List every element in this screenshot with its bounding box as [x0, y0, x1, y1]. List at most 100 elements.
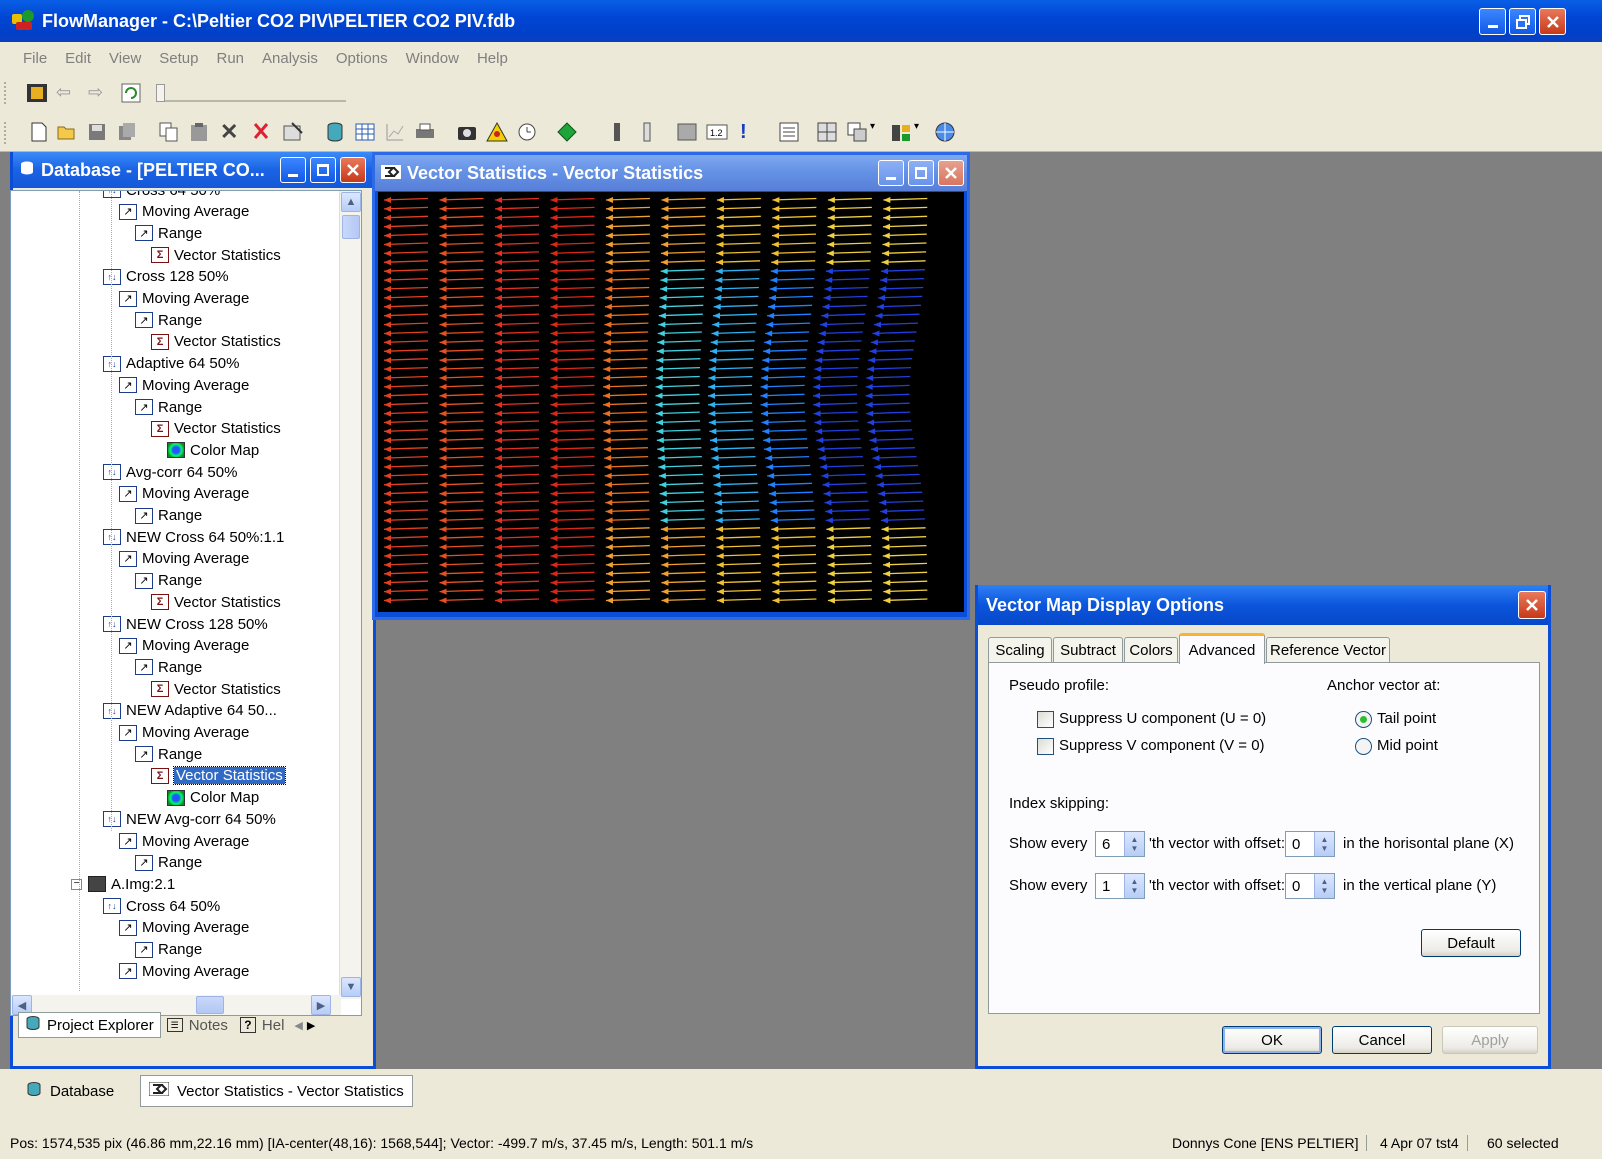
print-icon[interactable] — [414, 121, 436, 143]
menu-help[interactable]: Help — [477, 50, 508, 67]
menu-window[interactable]: Window — [406, 50, 459, 67]
cut-icon[interactable] — [250, 121, 272, 143]
globe-icon[interactable] — [934, 121, 956, 143]
tree-node[interactable]: ↗ Moving Average — [119, 201, 249, 223]
alert-icon[interactable]: ! — [740, 121, 762, 143]
tree-node[interactable]: ↑↓ Cross 128 50% — [103, 266, 229, 288]
apply-button[interactable]: Apply — [1442, 1026, 1538, 1054]
frame-slider[interactable] — [156, 84, 346, 102]
spin-arrows-icon[interactable]: ▲ ▼ — [1314, 874, 1334, 898]
default-button[interactable]: Default — [1421, 929, 1521, 957]
dropdown-arrow-icon[interactable]: ▾ — [870, 121, 882, 143]
image-index-icon[interactable] — [676, 121, 698, 143]
tree-vertical-scrollbar[interactable]: ▲ ▼ — [339, 191, 361, 999]
menu-edit[interactable]: Edit — [65, 50, 91, 67]
tree-node[interactable]: ↑↓ Adaptive 64 50% — [103, 353, 239, 375]
tree-node[interactable]: Color Map — [167, 787, 259, 809]
film-icon[interactable] — [26, 82, 48, 104]
spin-arrows-icon[interactable]: ▲ ▼ — [1124, 832, 1144, 856]
paste-icon[interactable] — [188, 121, 210, 143]
db-close-button[interactable] — [340, 157, 366, 183]
tree-node[interactable]: ↗ Range — [135, 396, 202, 418]
tab-help[interactable]: ? Hel — [234, 1012, 291, 1038]
tree-node[interactable]: ↗ Range — [135, 570, 202, 592]
database-tree[interactable]: ↑↓ Cross 64 50% ↗ Moving Average ↗ Range Σ Vect… — [10, 190, 362, 1016]
tree-node[interactable]: ↗ Range — [135, 743, 202, 765]
horizontal-offset-stepper[interactable]: 0 ▲ ▼ — [1285, 831, 1335, 857]
tree-node[interactable]: ↑↓ NEW Cross 64 50%:1.1 — [103, 526, 284, 548]
tab-scroll-left-icon[interactable]: ◀ — [294, 1019, 302, 1032]
tail-point-radio[interactable] — [1355, 711, 1372, 728]
tab-reference-vector[interactable]: Reference Vector — [1266, 637, 1390, 663]
ok-button[interactable]: OK — [1222, 1026, 1322, 1054]
tree-node[interactable]: ↗ Moving Average — [119, 830, 249, 852]
tree-node[interactable]: ↑↓ NEW Adaptive 64 50... — [103, 700, 277, 722]
tree-node[interactable]: ↑↓ Avg-corr 64 50% — [103, 461, 237, 483]
run-diamond-icon[interactable] — [556, 121, 578, 143]
database-icon[interactable] — [324, 121, 346, 143]
horizontal-every-stepper[interactable]: 6 ▲ ▼ — [1095, 831, 1145, 857]
copy-icon[interactable] — [158, 121, 180, 143]
tree-node[interactable]: ↗ Moving Average — [119, 722, 249, 744]
close-button[interactable] — [1539, 8, 1566, 35]
tab-project-explorer[interactable]: Project Explorer — [18, 1012, 161, 1038]
new-icon[interactable] — [28, 121, 50, 143]
vector-close-button[interactable] — [938, 160, 964, 186]
tree-node[interactable]: Σ Vector Statistics — [151, 765, 286, 787]
suppress-v-checkbox[interactable] — [1037, 738, 1054, 755]
tree-node[interactable]: ↗ Moving Average — [119, 483, 249, 505]
refresh-icon[interactable] — [120, 82, 142, 104]
scroll-thumb[interactable] — [342, 215, 360, 239]
vertical-offset-stepper[interactable]: 0 ▲ ▼ — [1285, 873, 1335, 899]
laser-warning-icon[interactable] — [486, 121, 508, 143]
dropdown-arrow-icon[interactable]: ▾ — [914, 121, 926, 143]
vector-map-canvas[interactable] — [378, 192, 964, 612]
tab-colors[interactable]: Colors — [1124, 637, 1178, 663]
slider-thumb[interactable] — [156, 84, 165, 102]
save-icon[interactable] — [86, 121, 108, 143]
menu-options[interactable]: Options — [336, 50, 388, 67]
vector-minimize-button[interactable] — [878, 160, 904, 186]
horizontal-offset-value[interactable]: 0 — [1286, 836, 1314, 853]
tree-node[interactable]: ↗ Moving Average — [119, 635, 249, 657]
tree-node[interactable]: ↗ Moving Average — [119, 548, 249, 570]
tree-node[interactable]: ↑↓ Cross 64 50% — [103, 895, 220, 917]
menu-setup[interactable]: Setup — [159, 50, 198, 67]
cancel-button[interactable]: Cancel — [1332, 1026, 1432, 1054]
minimize-button[interactable] — [1479, 8, 1506, 35]
db-minimize-button[interactable] — [280, 157, 306, 183]
tree-node[interactable]: ↗ Moving Average — [119, 960, 249, 982]
suppress-u-checkbox[interactable] — [1037, 711, 1054, 728]
tab-scaling[interactable]: Scaling — [988, 637, 1052, 663]
back-arrow-icon[interactable]: ⇦ — [56, 82, 78, 104]
tab-scroll-right-icon[interactable]: ▶ — [307, 1019, 315, 1032]
tree-node[interactable]: Σ Vector Statistics — [151, 418, 281, 440]
layout-icon[interactable] — [890, 121, 912, 143]
tree-node[interactable]: Σ Vector Statistics — [151, 244, 281, 266]
tree-node[interactable]: ↑↓ NEW Cross 128 50% — [103, 613, 268, 635]
tree-node[interactable]: ↗ Moving Average — [119, 288, 249, 310]
tile-window-icon[interactable] — [816, 121, 838, 143]
list-icon[interactable] — [778, 121, 800, 143]
collapse-icon[interactable]: − — [71, 878, 82, 890]
tree-node[interactable]: ↗ Range — [135, 309, 202, 331]
tree-node[interactable]: Color Map — [167, 439, 259, 461]
vertical-offset-value[interactable]: 0 — [1286, 878, 1314, 895]
menu-analysis[interactable]: Analysis — [262, 50, 318, 67]
spin-arrows-icon[interactable]: ▲ ▼ — [1314, 832, 1334, 856]
timer-icon[interactable] — [516, 121, 538, 143]
tab-notes[interactable]: ☰ Notes — [161, 1012, 234, 1038]
tree-node[interactable]: ↗ Range — [135, 656, 202, 678]
copy-database-icon[interactable] — [116, 121, 138, 143]
scroll-up-icon[interactable]: ▲ — [341, 192, 361, 212]
vector-maximize-button[interactable] — [908, 160, 934, 186]
open-folder-icon[interactable] — [56, 121, 78, 143]
properties-icon[interactable] — [282, 121, 304, 143]
tree-node[interactable]: Σ Vector Statistics — [151, 331, 281, 353]
tree-node[interactable]: ↗ Range — [135, 505, 202, 527]
tab-subtract[interactable]: Subtract — [1053, 637, 1123, 663]
dialog-close-button[interactable] — [1518, 591, 1546, 619]
tree-node[interactable]: ↗ Moving Average — [119, 917, 249, 939]
plot-icon[interactable] — [384, 121, 406, 143]
camera-icon[interactable] — [456, 121, 478, 143]
